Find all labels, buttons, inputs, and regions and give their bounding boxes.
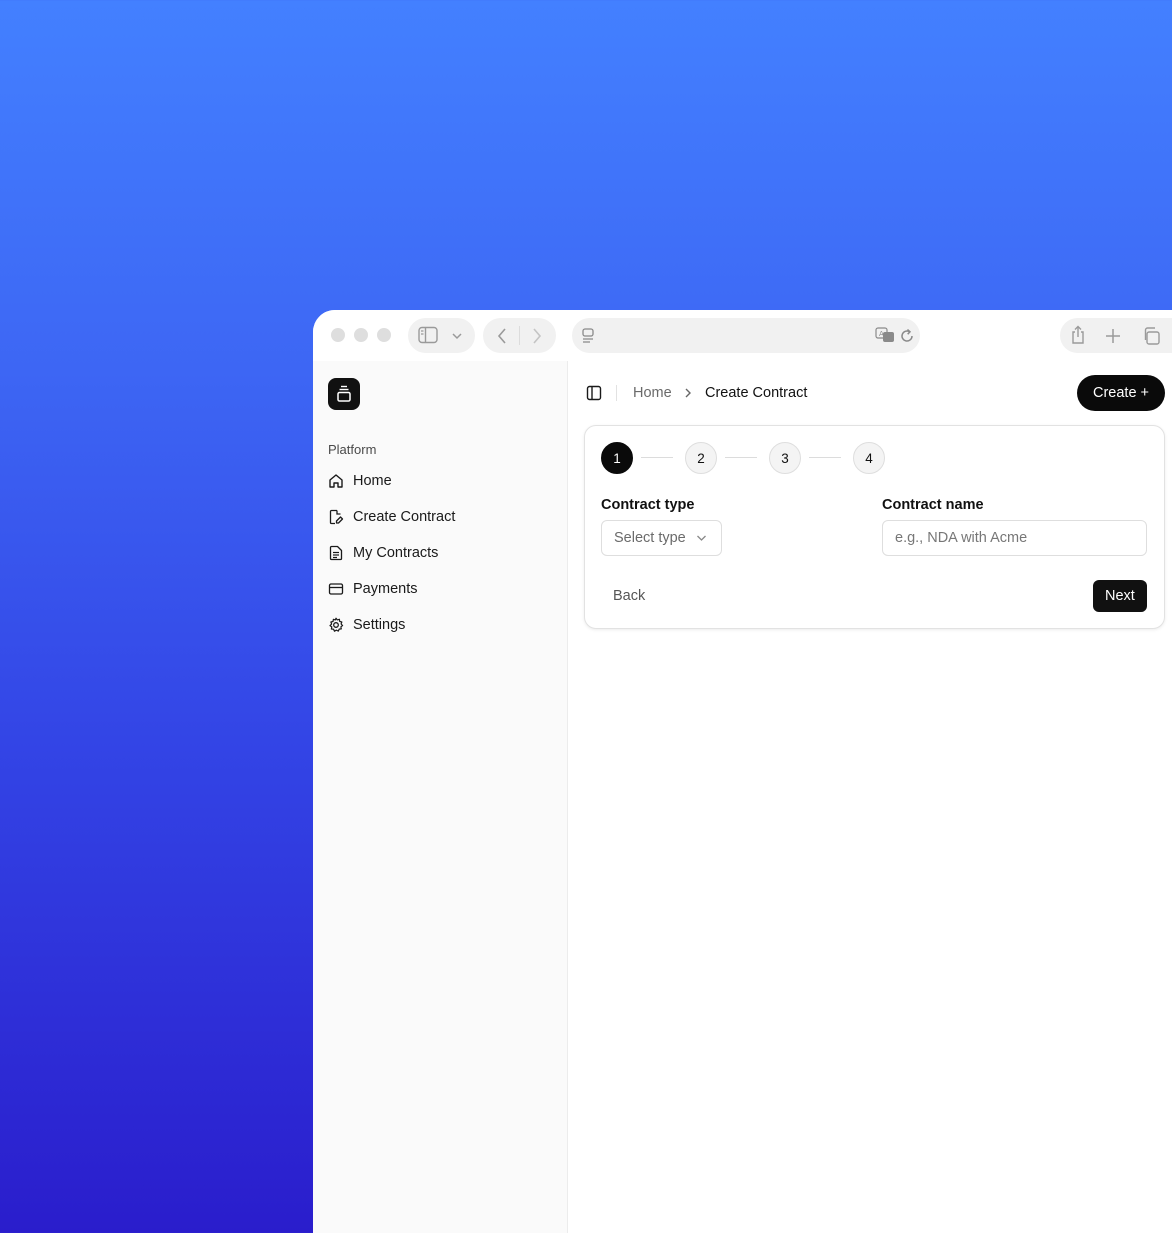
sidebar-item-label: Home	[353, 473, 392, 489]
chevron-right-icon	[685, 388, 691, 398]
translate-icon[interactable]: A	[875, 327, 895, 343]
close-window-button[interactable]	[331, 328, 345, 342]
create-button[interactable]: Create +	[1077, 375, 1166, 411]
contract-type-placeholder: Select type	[614, 530, 686, 546]
nav-divider	[519, 326, 520, 345]
window-actions-group	[1060, 318, 1172, 353]
zoom-window-button[interactable]	[377, 328, 391, 342]
back-arrow-icon[interactable]	[496, 327, 508, 345]
sidebar-item-payments[interactable]: Payments	[328, 578, 417, 600]
sidebar-item-my-contracts[interactable]: My Contracts	[328, 542, 438, 564]
chevron-down-icon	[696, 535, 706, 541]
sidebar-toggle-icon[interactable]	[418, 326, 438, 344]
svg-text:A: A	[879, 330, 884, 338]
browser-window: A Platform Home Create Contract My Contr…	[313, 310, 1172, 1233]
history-nav-group	[483, 318, 556, 353]
header-divider	[616, 385, 617, 401]
sidebar-panel-toggle-icon[interactable]	[586, 385, 602, 401]
step-1[interactable]: 1	[601, 442, 633, 474]
main-content: Home Create Contract Create + 1 2 3 4 Co…	[569, 361, 1172, 1233]
gear-icon	[329, 617, 344, 632]
contract-name-label: Contract name	[882, 497, 984, 513]
create-contract-card: 1 2 3 4 Contract type Select type Contra…	[584, 425, 1165, 629]
contract-type-label: Contract type	[601, 497, 695, 513]
new-tab-icon[interactable]	[1105, 328, 1121, 344]
breadcrumb-home[interactable]: Home	[633, 385, 672, 401]
step-connector	[641, 457, 673, 458]
edit-document-icon	[329, 509, 344, 525]
logo-icon	[337, 385, 351, 402]
minimize-window-button[interactable]	[354, 328, 368, 342]
contract-name-input[interactable]	[882, 520, 1147, 556]
app-logo[interactable]	[328, 378, 360, 410]
browser-toolbar: A	[313, 310, 1172, 361]
page-menu-icon[interactable]	[581, 328, 595, 344]
sidebar-item-label: Settings	[353, 617, 406, 633]
step-4[interactable]: 4	[853, 442, 885, 474]
document-icon	[329, 545, 343, 561]
breadcrumb-current: Create Contract	[705, 385, 808, 401]
forward-arrow-icon[interactable]	[531, 327, 543, 345]
sidebar-item-label: My Contracts	[353, 545, 439, 561]
tabs-overview-icon[interactable]	[1142, 327, 1160, 345]
sidebar-item-label: Payments	[353, 581, 418, 597]
sidebar-item-label: Create Contract	[353, 509, 456, 525]
step-connector	[725, 457, 757, 458]
step-3[interactable]: 3	[769, 442, 801, 474]
back-button[interactable]: Back	[601, 580, 657, 612]
sidebar-item-settings[interactable]: Settings	[328, 614, 405, 636]
credit-card-icon	[328, 583, 344, 595]
home-icon	[329, 474, 343, 488]
share-icon[interactable]	[1070, 325, 1086, 345]
sidebar-item-create-contract[interactable]: Create Contract	[328, 506, 455, 528]
chevron-down-icon[interactable]	[451, 331, 463, 341]
sidebar-toggle-group[interactable]	[408, 318, 475, 353]
contract-type-select[interactable]: Select type	[601, 520, 722, 556]
next-button[interactable]: Next	[1093, 580, 1147, 612]
address-bar[interactable]: A	[572, 318, 920, 353]
step-connector	[809, 457, 841, 458]
reload-icon[interactable]	[899, 328, 915, 344]
sidebar: Platform Home Create Contract My Contrac…	[313, 361, 568, 1233]
sidebar-group-label: Platform	[328, 442, 377, 457]
step-2[interactable]: 2	[685, 442, 717, 474]
sidebar-item-home[interactable]: Home	[328, 470, 392, 492]
